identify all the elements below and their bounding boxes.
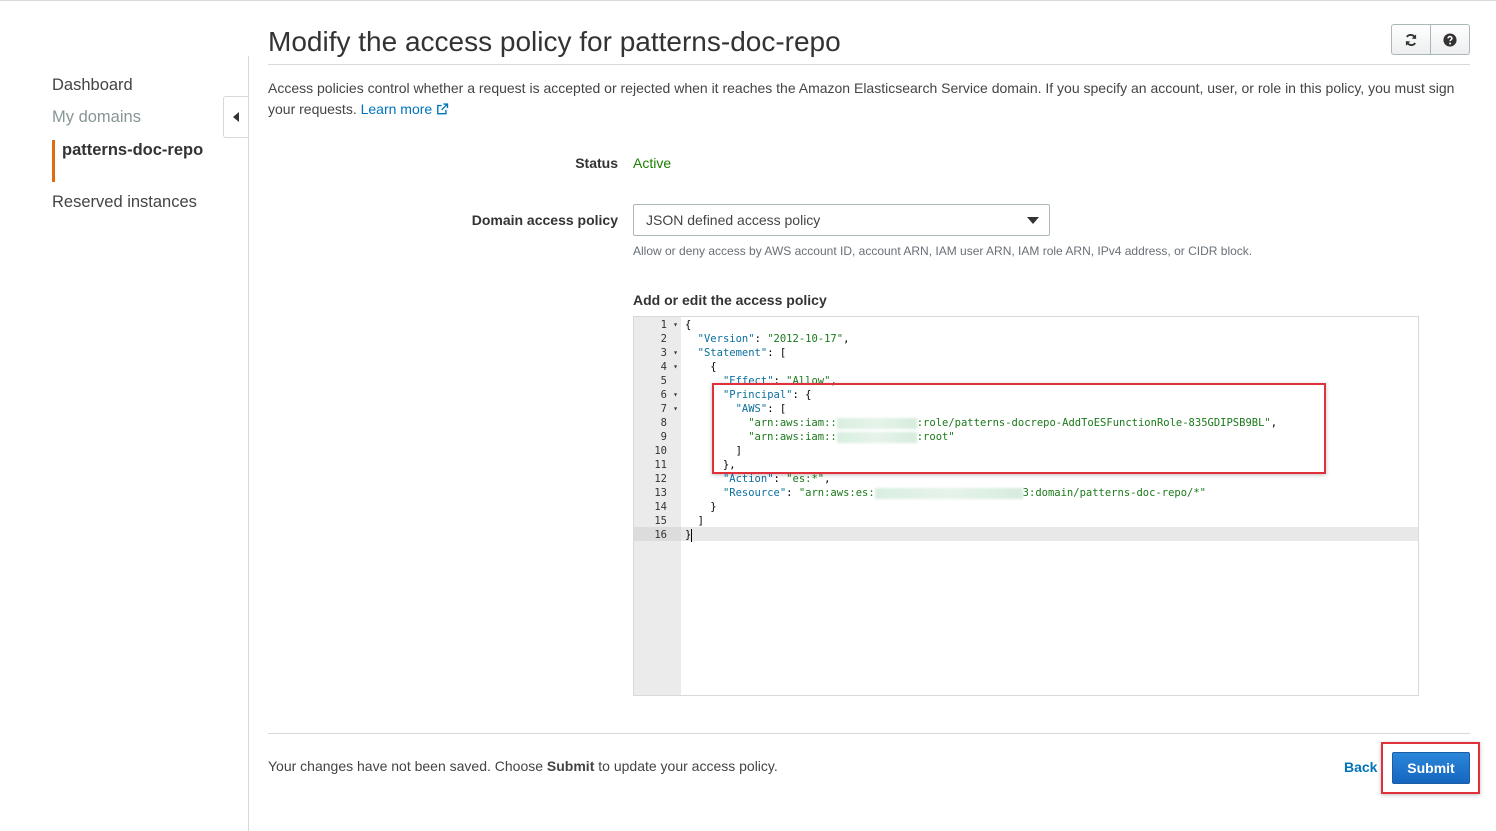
line-number: 12 (654, 473, 667, 485)
line-number: 14 (654, 501, 667, 513)
fold-icon[interactable]: ▾ (673, 318, 678, 332)
code-line: } (685, 501, 717, 513)
line-number: 5 (660, 375, 667, 387)
text-cursor (691, 528, 693, 542)
editor-label: Add or edit the access policy (633, 292, 827, 308)
sidebar-border (248, 56, 249, 831)
policy-json-editor[interactable]: 1 ▾ 2 3 ▾ 4 ▾ 5 6 ▾ 7 ▾ 8 9 10 11 12 13 14 15… (633, 316, 1419, 696)
fold-icon[interactable]: ▾ (673, 402, 678, 416)
sidebar-item-patterns-doc-repo[interactable]: patterns-doc-repo (62, 140, 212, 161)
line-number: 10 (654, 445, 667, 457)
code-line: ] (685, 515, 704, 527)
intro-text: Access policies control whether a reques… (268, 78, 1468, 120)
code-line: "Resource": "arn:aws:es: 3:domain/pattern… (722, 487, 1206, 499)
back-button[interactable]: Back (1344, 759, 1377, 775)
fold-icon[interactable]: ▾ (673, 346, 678, 360)
help-icon (1443, 32, 1457, 47)
domain-access-policy-select[interactable]: JSON defined access policy (633, 204, 1050, 236)
footer-divider (268, 733, 1470, 734)
refresh-button[interactable] (1392, 25, 1430, 54)
line-number: 4 ▾ (660, 360, 678, 374)
page-title: Modify the access policy for patterns-do… (268, 26, 841, 57)
collapse-sidebar-button[interactable] (223, 96, 248, 138)
learn-more-link[interactable]: Learn more (361, 101, 449, 117)
line-number: 11 (654, 459, 667, 471)
status-value: Active (633, 155, 672, 171)
redacted-region-account (874, 487, 1023, 499)
domain-access-policy-label: Domain access policy (471, 212, 618, 228)
submit-highlight-box (1381, 742, 1480, 794)
code-line: { (685, 361, 717, 373)
sidebar-item-dashboard[interactable]: Dashboard (52, 76, 133, 95)
line-number: 15 (654, 515, 667, 527)
code-line: } (685, 528, 693, 542)
line-number: 2 (660, 333, 667, 345)
line-number: 16 (654, 529, 667, 541)
line-number: 1 ▾ (660, 318, 678, 332)
line-number: 13 (654, 487, 667, 499)
code-line: "Statement": [ (697, 347, 787, 359)
help-button[interactable] (1430, 25, 1469, 54)
header-actions (1391, 24, 1470, 55)
sidebar: Dashboard My domains patterns-doc-repo R… (0, 0, 248, 831)
external-link-icon (437, 103, 449, 115)
fold-icon[interactable]: ▾ (673, 388, 678, 402)
status-label: Status (575, 155, 618, 171)
policy-hint: Allow or deny access by AWS account ID, … (633, 244, 1253, 258)
unsaved-changes-message: Your changes have not been saved. Choose… (268, 758, 778, 774)
code-line: "Action": "es:*", (722, 473, 831, 485)
principal-highlight-box (712, 383, 1326, 474)
refresh-icon (1405, 33, 1417, 46)
active-indicator (52, 140, 55, 182)
chevron-left-icon (233, 112, 239, 122)
sidebar-item-my-domains[interactable]: My domains (52, 108, 141, 127)
sidebar-item-reserved-instances[interactable]: Reserved instances (52, 193, 197, 212)
title-divider (268, 64, 1470, 65)
select-value: JSON defined access policy (646, 212, 821, 228)
code-line: "Version": "2012-10-17", (697, 333, 850, 345)
fold-icon[interactable]: ▾ (673, 360, 678, 374)
line-number: 6 ▾ (660, 388, 678, 402)
line-number: 9 (660, 431, 667, 443)
line-number: 7 ▾ (660, 402, 678, 416)
line-number: 8 (660, 417, 667, 429)
code-line: { (685, 319, 692, 331)
line-number: 3 ▾ (660, 346, 678, 360)
caret-down-icon (1027, 217, 1039, 224)
